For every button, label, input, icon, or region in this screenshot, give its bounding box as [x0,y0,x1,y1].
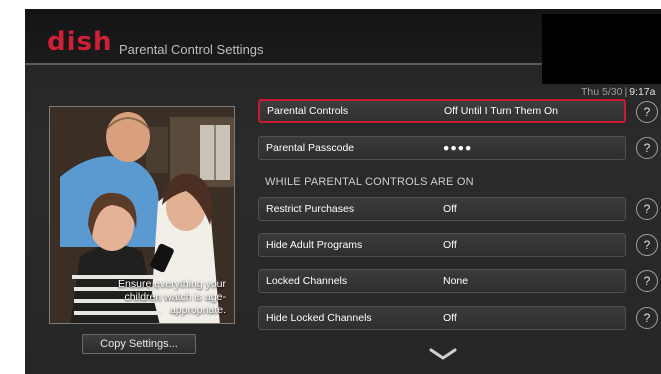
page-title: Parental Control Settings [119,42,264,57]
chevron-down-icon[interactable] [429,347,457,361]
setting-value: Off [443,239,457,251]
date-time-separator: | [624,86,628,98]
restrict-purchases-row[interactable]: Restrict Purchases Off [258,197,626,221]
section-heading: WHILE PARENTAL CONTROLS ARE ON [265,176,474,188]
hide-adult-programs-row[interactable]: Hide Adult Programs Off [258,233,626,257]
passcode-mask: ●●●● [443,142,473,154]
date-time: Thu 5/30 | 9:17a [581,86,655,98]
hide-locked-channels-row[interactable]: Hide Locked Channels Off [258,306,626,330]
parental-passcode-row[interactable]: Parental Passcode ●●●● [258,136,626,160]
promo-caption: Ensure everything your children watch is… [118,278,226,316]
setting-value: None [443,275,469,287]
parental-control-screen: dish Parental Control Settings Thu 5/30 |… [25,9,661,374]
setting-label: Restrict Purchases [266,203,355,215]
setting-label: Hide Adult Programs [266,239,363,251]
date-text: Thu 5/30 [581,86,623,98]
question-circle-icon[interactable]: ? [636,234,658,256]
setting-label: Hide Locked Channels [266,312,372,324]
parental-controls-row[interactable]: Parental Controls Off Until I Turn Them … [258,99,626,123]
live-tv-preview [542,14,661,84]
question-circle-icon[interactable]: ? [636,307,658,329]
dish-logo: dish [47,27,113,57]
question-circle-icon[interactable]: ? [636,198,658,220]
setting-label: Parental Passcode [266,142,355,154]
setting-value: Off Until I Turn Them On [444,105,558,117]
time-text: 9:17a [629,86,656,98]
setting-label: Parental Controls [267,105,349,117]
question-circle-icon[interactable]: ? [636,137,658,159]
question-circle-icon[interactable]: ? [636,270,658,292]
setting-label: Locked Channels [266,275,348,287]
copy-settings-button[interactable]: Copy Settings... [82,334,196,354]
setting-value: Off [443,312,457,324]
question-circle-icon[interactable]: ? [636,101,658,123]
family-promo-image: Ensure everything your children watch is… [49,106,235,324]
locked-channels-row[interactable]: Locked Channels None [258,269,626,293]
setting-value: Off [443,203,457,215]
